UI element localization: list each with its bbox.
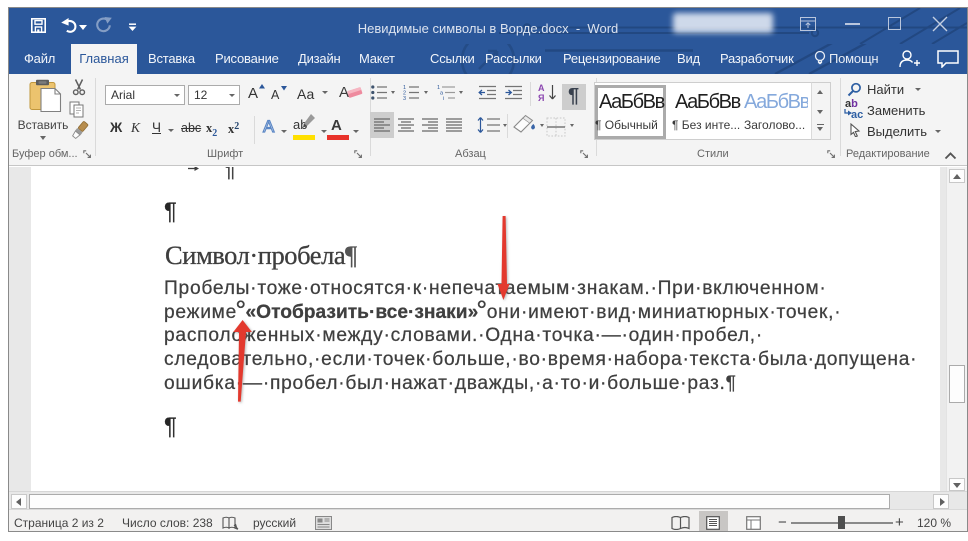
svg-text:3: 3 [403, 96, 406, 100]
svg-text:Я: Я [538, 93, 544, 102]
svg-text:i: i [443, 96, 444, 100]
svg-text:А: А [263, 117, 275, 136]
svg-text:А: А [538, 83, 545, 93]
